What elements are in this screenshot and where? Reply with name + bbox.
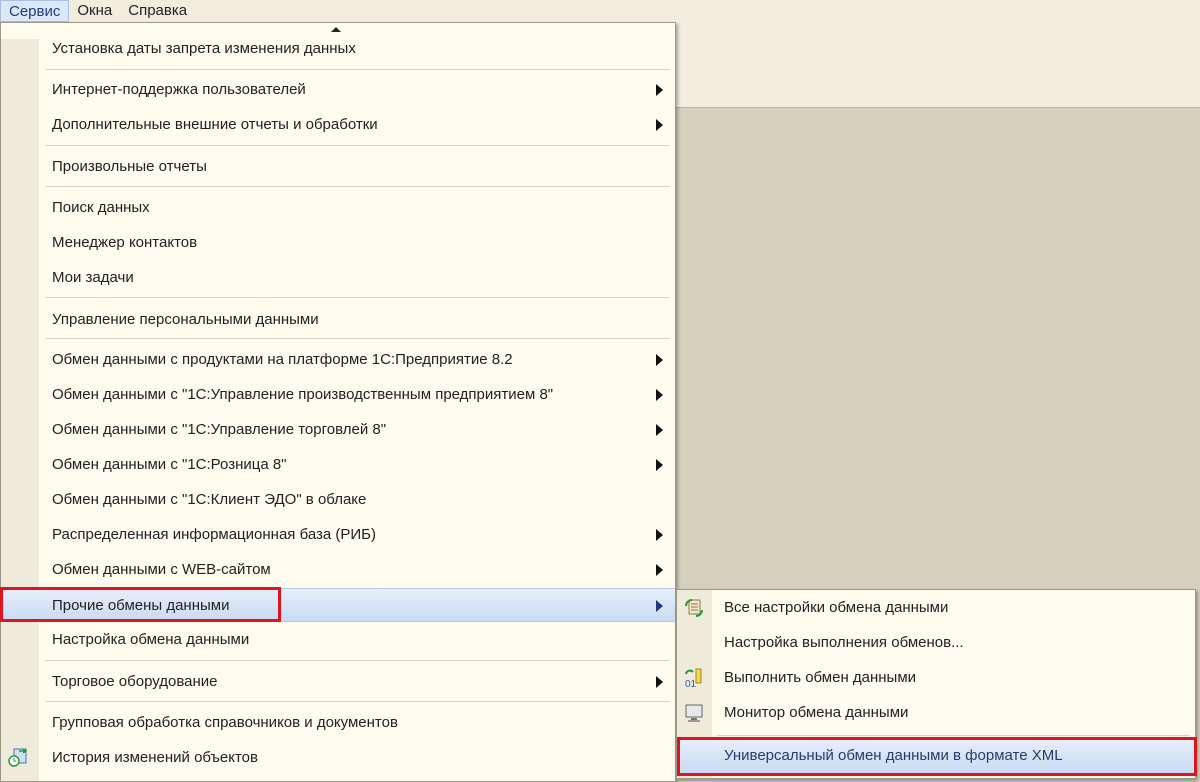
run-exchange-icon: 01 <box>685 668 702 688</box>
menu-item[interactable]: Обмен данными с "1С:Управление торговлей… <box>1 413 675 447</box>
separator <box>45 145 669 146</box>
submenu-arrow-icon <box>656 354 663 366</box>
separator <box>45 701 669 702</box>
menu-item[interactable]: Мои задачи <box>1 261 675 295</box>
menu-item[interactable]: Групповая обработка справочников и докум… <box>1 706 675 740</box>
menu-item[interactable]: Произвольные отчеты <box>1 150 675 184</box>
menu-item-label: Управление персональными данными <box>52 311 319 328</box>
menu-item[interactable]: Дополнительные внешние отчеты и обработк… <box>1 108 675 142</box>
menu-item[interactable]: Управление персональными данными <box>1 303 675 337</box>
separator <box>45 297 669 298</box>
submenu-arrow-icon <box>656 424 663 436</box>
svg-text:01: 01 <box>685 679 697 688</box>
menu-item[interactable]: Обмен данными с WEB-сайтом <box>1 553 675 587</box>
history-icon <box>8 748 28 767</box>
menu-item[interactable]: Торговое оборудование <box>1 665 675 699</box>
menu-windows[interactable]: Окна <box>69 0 120 22</box>
menu-item-label: Обмен данными с "1С:Розница 8" <box>52 456 287 473</box>
submenu-arrow-icon <box>656 529 663 541</box>
submenu-item-label: Монитор обмена данными <box>724 704 909 721</box>
menu-item-label: Распределенная информационная база (РИБ) <box>52 526 377 543</box>
menu-item-label: Обмен данными с продуктами на платформе … <box>52 351 513 368</box>
menu-item[interactable]: История изменений объектов <box>1 741 675 775</box>
menu-item[interactable]: Установка даты запрета изменения данных <box>1 32 675 66</box>
menu-item-label: Произвольные отчеты <box>52 158 207 175</box>
menu-item[interactable]: Обмен данными с продуктами на платформе … <box>1 343 675 377</box>
menu-help[interactable]: Справка <box>120 0 195 22</box>
submenu-item[interactable]: 01 Выполнить обмен данными <box>677 661 1195 695</box>
submenu-item[interactable]: Монитор обмена данными <box>677 696 1195 730</box>
exchange-settings-icon <box>685 599 703 617</box>
menu-item-label: Обмен данными с "1С:Клиент ЭДО" в облаке <box>52 491 367 508</box>
submenu-arrow-icon <box>656 389 663 401</box>
separator <box>717 735 1189 736</box>
menu-item[interactable]: Настройка обмена данными <box>1 623 675 657</box>
menu-item-label: Интернет-поддержка пользователей <box>52 81 306 98</box>
separator <box>45 69 669 70</box>
separator <box>45 186 669 187</box>
menu-item[interactable]: Обмен данными с "1С:Розница 8" <box>1 448 675 482</box>
menu-item-label: История изменений объектов <box>52 749 258 766</box>
menu-item-label: Менеджер контактов <box>52 234 198 251</box>
submenu-arrow-icon <box>656 676 663 688</box>
menu-item[interactable]: Интернет-поддержка пользователей <box>1 73 675 107</box>
separator <box>45 660 669 661</box>
menu-service[interactable]: Сервис <box>0 0 70 22</box>
submenu-arrow-icon <box>656 564 663 576</box>
highlight-box-universal-xml <box>677 737 1197 776</box>
menu-item[interactable]: Распределенная информационная база (РИБ) <box>1 518 675 552</box>
menu-item-label: Обмен данными с "1С:Управление производс… <box>52 386 554 403</box>
submenu-arrow-icon <box>656 459 663 471</box>
menu-item[interactable]: Менеджер контактов <box>1 226 675 260</box>
submenu-item-label: Все настройки обмена данными <box>724 599 949 616</box>
menu-item-label: Торговое оборудование <box>52 673 218 690</box>
menu-item-label: Настройка обмена данными <box>52 631 250 648</box>
submenu-arrow-icon <box>656 600 663 612</box>
service-dropdown-menu: Установка даты запрета изменения данных … <box>0 22 676 782</box>
submenu-item-label: Настройка выполнения обменов... <box>724 634 964 651</box>
highlight-box-other-exchanges <box>0 587 281 622</box>
submenu-item[interactable]: Все настройки обмена данными <box>677 591 1195 625</box>
menu-item-label: Поиск данных <box>52 199 150 216</box>
submenu-item-label: Выполнить обмен данными <box>724 669 917 686</box>
menu-item-label: Групповая обработка справочников и докум… <box>52 714 398 731</box>
submenu-item[interactable]: Настройка выполнения обменов... <box>677 626 1195 660</box>
menu-item-label: Мои задачи <box>52 269 134 286</box>
menu-item-label: Обмен данными с "1С:Управление торговлей… <box>52 421 387 438</box>
submenu-arrow-icon <box>656 84 663 96</box>
menu-item-label: Обмен данными с WEB-сайтом <box>52 561 271 578</box>
menu-item[interactable]: Поиск данных <box>1 191 675 225</box>
submenu-arrow-icon <box>656 119 663 131</box>
menu-item-label: Установка даты запрета изменения данных <box>52 40 356 57</box>
separator <box>45 338 669 339</box>
monitor-icon <box>685 704 703 722</box>
menu-bar: Сервис Окна Справка <box>0 0 1200 22</box>
menu-item[interactable]: Обмен данными с "1С:Клиент ЭДО" в облаке <box>1 483 675 517</box>
menu-item[interactable]: Обмен данными с "1С:Управление производс… <box>1 378 675 412</box>
menu-item-label: Дополнительные внешние отчеты и обработк… <box>52 116 378 133</box>
